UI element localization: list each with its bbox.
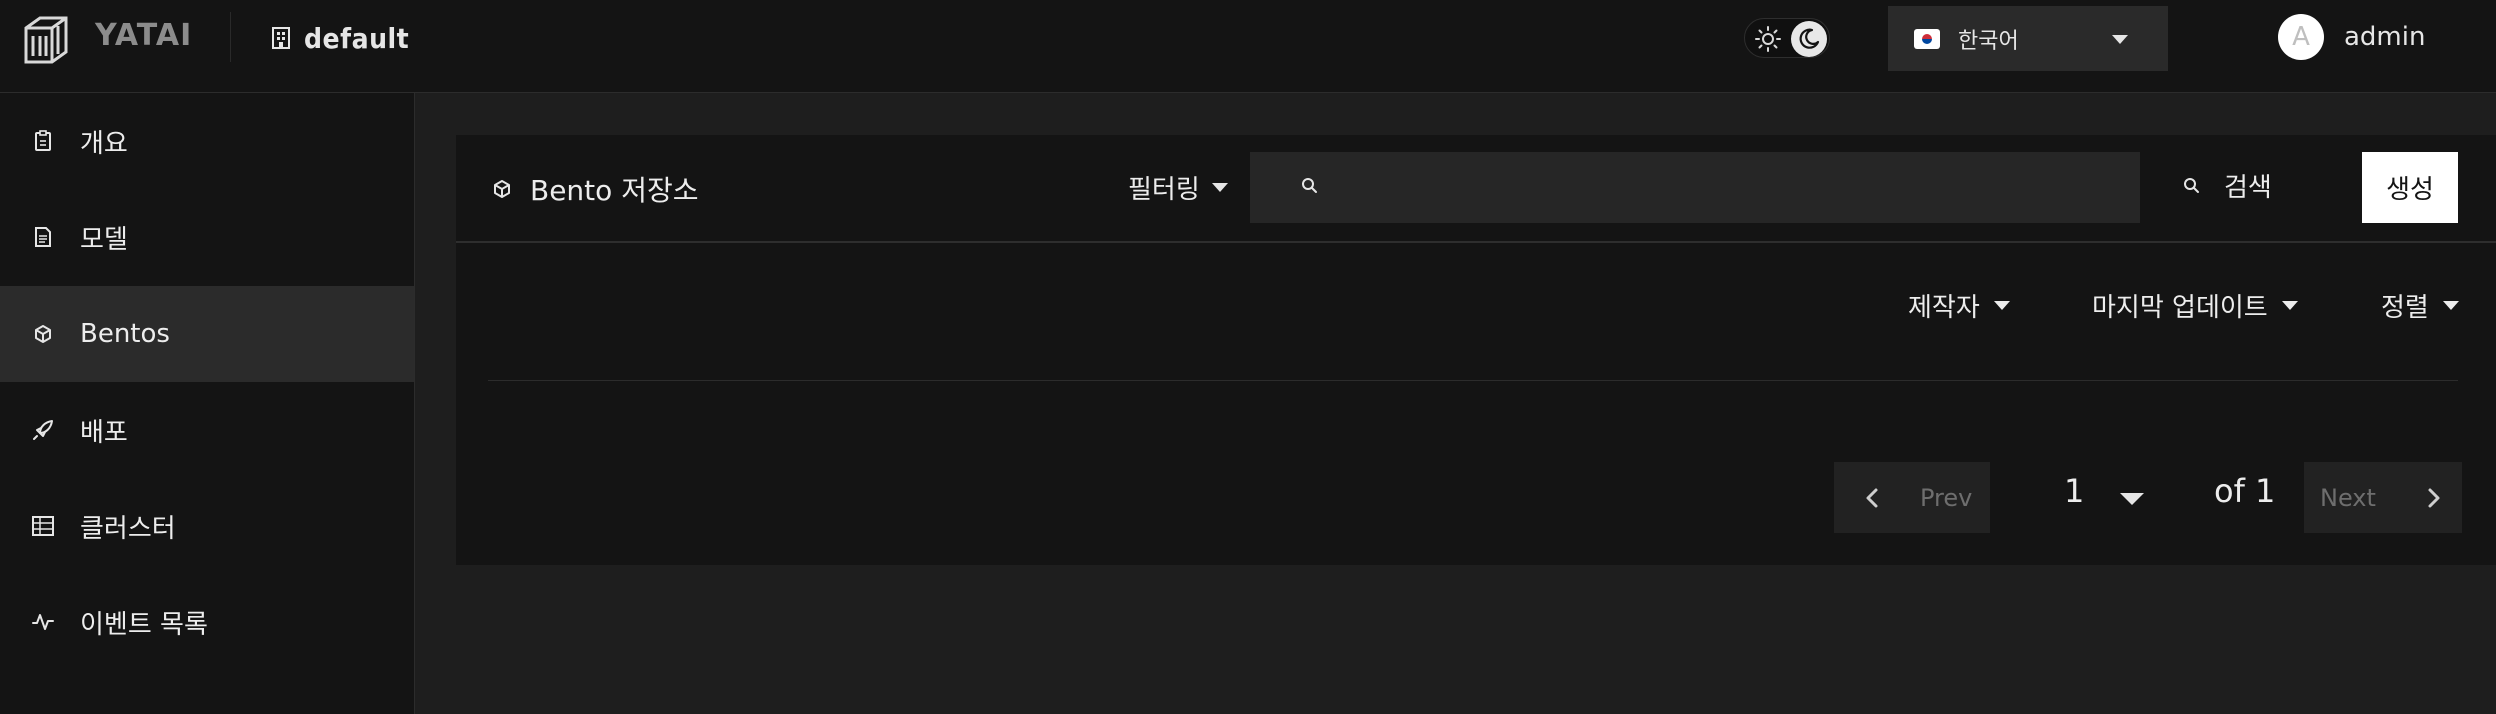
chevron-down-icon — [2112, 35, 2128, 44]
cluster-icon — [32, 515, 54, 537]
filter-dropdown[interactable]: 필터링 — [1128, 169, 1228, 206]
sidebar-item-label: Bentos — [80, 319, 170, 349]
prev-page-button[interactable]: Prev — [1834, 462, 1990, 533]
sidebar-item-clusters[interactable]: 클러스터 — [0, 478, 414, 574]
creator-filter-label: 제작자 — [1908, 293, 1980, 323]
activity-icon — [32, 611, 54, 633]
kr-flag-icon — [1914, 28, 1940, 49]
search-icon — [1302, 178, 1317, 193]
cube-icon — [494, 180, 510, 198]
sort-toolbar: 제작자 마지막 업데이트 정렬 — [456, 243, 2496, 379]
theme-toggle[interactable] — [1744, 18, 1830, 58]
filter-label: 필터링 — [1128, 175, 1200, 205]
sidebar: 개요 모델 Bentos 배포 클러스터 이벤트 목록 — [0, 93, 415, 714]
search-icon — [2184, 177, 2199, 193]
chevron-down-icon — [2281, 301, 2298, 310]
organization-name: default — [304, 21, 410, 55]
file-icon — [32, 226, 54, 248]
chevron-left-icon — [1866, 488, 1878, 507]
create-button[interactable]: 생성 — [2362, 152, 2458, 223]
card-title: Bento 저장소 — [492, 169, 698, 209]
sidebar-item-models[interactable]: 모델 — [0, 189, 414, 285]
moon-icon — [1791, 21, 1827, 57]
sidebar-item-label: 배포 — [80, 417, 128, 448]
divider — [488, 380, 2458, 381]
sidebar-item-overview[interactable]: 개요 — [0, 93, 414, 189]
prev-label: Prev — [1920, 483, 1973, 512]
username[interactable]: admin — [2344, 22, 2425, 52]
search-input[interactable] — [1340, 162, 2120, 212]
search-field[interactable] — [1250, 152, 2140, 223]
user-menu[interactable]: A admin — [2278, 14, 2425, 60]
page-total: of 1 — [2214, 472, 2276, 510]
search-button-label: 검색 — [2224, 173, 2272, 203]
building-icon — [272, 27, 290, 49]
brand-name[interactable]: YATAI — [95, 18, 192, 53]
organization-selector[interactable]: default — [270, 20, 409, 56]
cube-icon — [32, 323, 54, 345]
avatar[interactable]: A — [2278, 14, 2324, 60]
last-updated-label: 마지막 업데이트 — [2092, 293, 2268, 323]
language-label: 한국어 — [1958, 28, 2019, 54]
creator-filter[interactable]: 제작자 — [1908, 287, 2010, 324]
sidebar-item-label: 개요 — [80, 128, 128, 159]
card-toolbar: Bento 저장소 필터링 검색 생성 — [456, 135, 2496, 243]
chevron-down-icon — [1993, 301, 2010, 310]
chevron-right-icon — [2428, 488, 2440, 507]
sidebar-item-label: 모델 — [80, 224, 128, 255]
sidebar-item-label: 클러스터 — [80, 513, 176, 544]
next-page-button[interactable]: Next — [2304, 462, 2462, 533]
sidebar-item-events[interactable]: 이벤트 목록 — [0, 574, 414, 670]
clipboard-icon — [32, 130, 54, 152]
chevron-down-icon — [2442, 301, 2459, 310]
top-header: YATAI default 한국어 A admin — [0, 0, 2496, 93]
sidebar-item-label: 이벤트 목록 — [80, 609, 208, 640]
rocket-icon — [32, 419, 54, 441]
header-divider — [230, 12, 231, 62]
last-updated-filter[interactable]: 마지막 업데이트 — [2092, 287, 2298, 324]
page-title: Bento 저장소 — [530, 174, 699, 207]
sidebar-item-deployments[interactable]: 배포 — [0, 382, 414, 478]
yatai-logo-icon[interactable] — [20, 14, 72, 66]
search-button[interactable]: 검색 — [2182, 167, 2272, 204]
sidebar-item-bentos[interactable]: Bentos — [0, 286, 414, 382]
sort-label: 정렬 — [2381, 293, 2429, 323]
sun-icon — [1755, 26, 1781, 52]
sort-dropdown[interactable]: 정렬 — [2381, 287, 2459, 324]
current-page[interactable]: 1 — [2064, 472, 2084, 510]
chevron-down-icon — [1211, 183, 1228, 192]
page-select-chevron-down-icon[interactable] — [2120, 493, 2144, 505]
next-label: Next — [2320, 483, 2376, 512]
language-select[interactable]: 한국어 — [1888, 6, 2168, 71]
bento-repository-card: Bento 저장소 필터링 검색 생성 제작자 마지막 업데이트 정렬 Prev… — [456, 135, 2496, 565]
